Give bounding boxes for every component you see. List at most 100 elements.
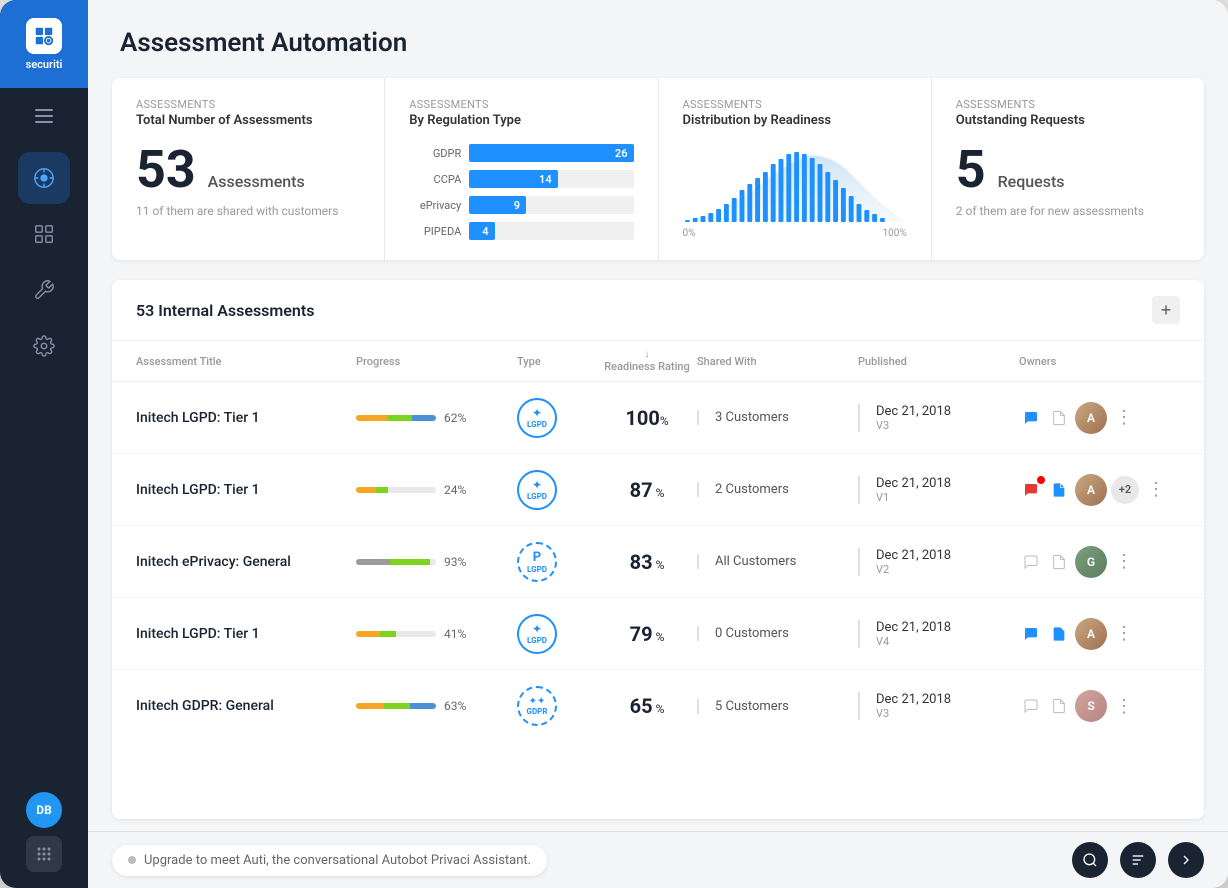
bottom-bar: Upgrade to meet Auti, the conversational…: [88, 831, 1228, 888]
row-4-shared: 0 Customers: [697, 626, 858, 641]
menu-toggle[interactable]: [0, 92, 88, 140]
row-4-published: Dec 21, 2018 V4: [858, 620, 1019, 648]
assessments-table: 53 Internal Assessments + Assessment Tit…: [112, 280, 1204, 819]
table-row: Initech LGPD: Tier 1 24% ✦ LGPD: [112, 454, 1204, 526]
row-4-readiness: 79 %: [597, 622, 697, 646]
row-2-name: Initech LGPD: Tier 1: [136, 482, 356, 498]
row-2-owners: A +2 ⋮: [1019, 474, 1180, 506]
logo-icon: [26, 18, 62, 54]
bar-ccpa: CCPA 14: [409, 170, 633, 188]
row-5-owners: S ⋮: [1019, 690, 1180, 722]
stat-total-label: Assessments: [136, 98, 360, 111]
filter-button[interactable]: [1120, 842, 1156, 878]
sidebar-bottom: DB: [26, 792, 62, 888]
user-avatar[interactable]: DB: [26, 792, 62, 828]
owner-avatar: A: [1075, 618, 1107, 650]
col-progress: Progress: [356, 355, 517, 368]
stat-outstanding-title: Outstanding Requests: [956, 113, 1180, 128]
col-name: Assessment Title: [136, 355, 356, 368]
upgrade-chat-bubble[interactable]: Upgrade to meet Auti, the conversational…: [112, 845, 547, 876]
more-button[interactable]: ⋮: [1111, 551, 1137, 572]
row-1-readiness: 100%: [597, 406, 697, 430]
table-columns: Assessment Title Progress Type ↓ Readine…: [112, 341, 1204, 382]
upgrade-text: Upgrade to meet Auti, the conversational…: [144, 853, 531, 868]
row-3-type: P LGPD: [517, 542, 597, 582]
stat-dist-label: Assessments: [683, 98, 907, 111]
stat-outstanding-sub: 2 of them are for new assessments: [956, 204, 1180, 218]
bottom-actions: [1072, 842, 1204, 878]
table-body: Initech LGPD: Tier 1 62% ✦ LGPD: [112, 382, 1204, 819]
col-readiness: ↓ Readiness Rating: [597, 349, 697, 373]
doc-icon[interactable]: [1047, 406, 1071, 430]
search-button[interactable]: [1072, 842, 1108, 878]
row-5-shared: 5 Customers: [697, 699, 858, 714]
row-1-progress: 62%: [356, 411, 517, 425]
more-button[interactable]: ⋮: [1111, 623, 1137, 644]
sidebar-item-tools[interactable]: [18, 264, 70, 316]
stat-total-number: 53: [136, 139, 196, 200]
stat-regulation: Assessments By Regulation Type GDPR 26 C…: [385, 78, 658, 260]
sidebar: securiti DB: [0, 0, 88, 888]
more-button[interactable]: ⋮: [1111, 407, 1137, 428]
table-row: Initech GDPR: General 63% ✦✦ GDPR: [112, 670, 1204, 742]
chat-empty-icon[interactable]: [1019, 550, 1043, 574]
chat-empty2-icon[interactable]: [1019, 694, 1043, 718]
add-assessment-button[interactable]: +: [1152, 296, 1180, 324]
stat-total-unit: Assessments: [208, 172, 305, 191]
page-title: Assessment Automation: [120, 28, 1196, 58]
stat-outstanding-number: 5: [956, 139, 986, 200]
more-button[interactable]: ⋮: [1111, 696, 1137, 717]
bar-gdpr: GDPR 26: [409, 144, 633, 162]
stat-dist-title: Distribution by Readiness: [683, 113, 907, 128]
table-row: Initech ePrivacy: General 93% P LGPD: [112, 526, 1204, 598]
doc-empty-icon[interactable]: [1047, 550, 1071, 574]
stats-row: Assessments Total Number of Assessments …: [112, 78, 1204, 260]
row-3-published: Dec 21, 2018 V2: [858, 548, 1019, 576]
table-header: 53 Internal Assessments +: [112, 280, 1204, 341]
sidebar-item-settings[interactable]: [18, 320, 70, 372]
chat-dot: [128, 856, 136, 864]
row-5-readiness: 65 %: [597, 694, 697, 718]
doc-blue2-icon[interactable]: [1047, 622, 1071, 646]
row-3-readiness: 83 %: [597, 550, 697, 574]
row-2-type: ✦ LGPD: [517, 470, 597, 510]
stat-total: Assessments Total Number of Assessments …: [112, 78, 385, 260]
row-4-progress: 41%: [356, 627, 517, 641]
row-5-published: Dec 21, 2018 V3: [858, 692, 1019, 720]
table-title: 53 Internal Assessments: [136, 301, 314, 320]
row-3-owners: G ⋮: [1019, 546, 1180, 578]
row-1-published: Dec 21, 2018 V3: [858, 404, 1019, 432]
owner-avatar: A: [1075, 402, 1107, 434]
sidebar-item-dashboard[interactable]: [18, 152, 70, 204]
hamburger-icon: [35, 109, 53, 123]
doc-blue-icon[interactable]: [1047, 478, 1071, 502]
row-3-progress: 93%: [356, 555, 517, 569]
stat-total-sub: 11 of them are shared with customers: [136, 204, 360, 218]
chat-notif-icon[interactable]: [1019, 478, 1043, 502]
row-2-readiness: 87 %: [597, 478, 697, 502]
stat-regulation-label: Assessments: [409, 98, 633, 111]
apps-button[interactable]: [26, 836, 62, 872]
sidebar-item-monitor[interactable]: [18, 208, 70, 260]
col-type: Type: [517, 355, 597, 368]
row-5-type: ✦✦ GDPR: [517, 686, 597, 726]
row-3-shared: All Customers: [697, 554, 858, 569]
stat-outstanding-label: Assessments: [956, 98, 1180, 111]
forward-button[interactable]: [1168, 842, 1204, 878]
doc-empty2-icon[interactable]: [1047, 694, 1071, 718]
stat-total-title: Total Number of Assessments: [136, 113, 360, 128]
row-2-progress: 24%: [356, 483, 517, 497]
chat-blue-icon[interactable]: [1019, 622, 1043, 646]
main-content: Assessment Automation Assessments Total …: [88, 0, 1228, 888]
table-row: Initech LGPD: Tier 1 62% ✦ LGPD: [112, 382, 1204, 454]
page-header: Assessment Automation: [88, 0, 1228, 78]
logo-text: securiti: [26, 58, 63, 71]
owner-avatar: S: [1075, 690, 1107, 722]
row-2-shared: 2 Customers: [697, 482, 858, 497]
row-4-name: Initech LGPD: Tier 1: [136, 626, 356, 642]
chat-icon[interactable]: [1019, 406, 1043, 430]
more-button[interactable]: ⋮: [1143, 479, 1169, 500]
logo[interactable]: securiti: [0, 0, 88, 88]
axis-end: 100%: [883, 228, 907, 239]
row-1-name: Initech LGPD: Tier 1: [136, 410, 356, 426]
